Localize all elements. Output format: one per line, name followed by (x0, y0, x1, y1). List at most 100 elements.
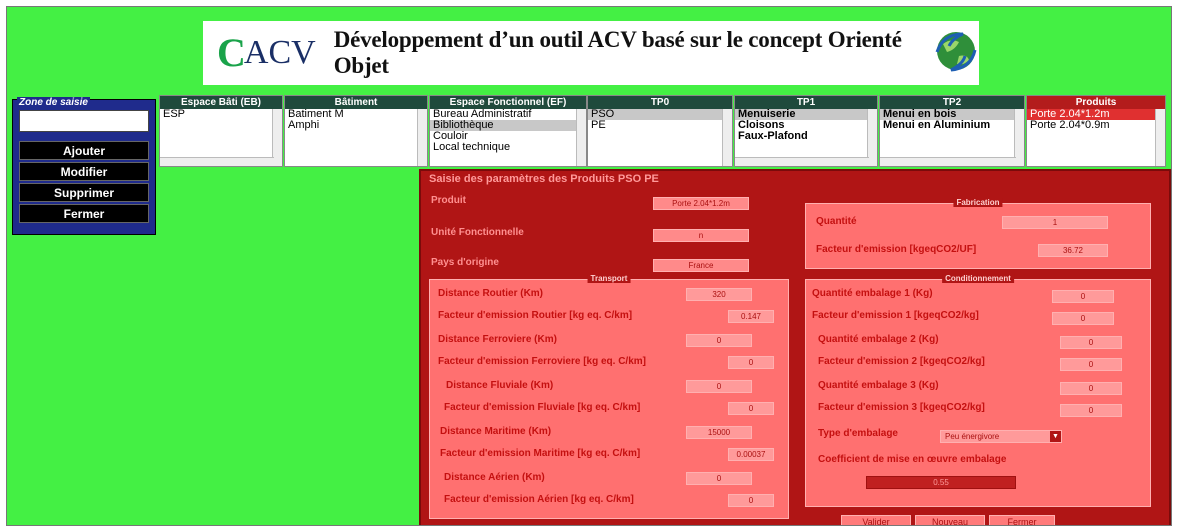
vertical-scrollbar[interactable] (722, 109, 732, 166)
horizontal-scrollbar[interactable] (735, 157, 869, 166)
selector-header: TP2 (880, 96, 1024, 109)
transport-label: Distance Ferroviere (Km) (438, 334, 557, 345)
selector-espace-bati: Espace Bâti (EB) ESP (159, 95, 283, 167)
conditionnement-field[interactable]: 0 (1052, 312, 1114, 325)
coefficient-label: Coefficient de mise en œuvre embalage (818, 454, 1007, 465)
selector-list[interactable]: Porte 2.04*1.2m Porte 2.04*0.9m (1027, 109, 1165, 166)
list-item-selected[interactable]: Menuiserie (735, 109, 877, 120)
transport-label: Facteur d'emission Ferroviere [kg eq. C/… (438, 356, 646, 367)
selector-batiment: Bâtiment Batiment M Amphi (284, 95, 428, 167)
conditionnement-label: Quantité embalage 3 (Kg) (818, 380, 939, 391)
conditionnement-field[interactable]: 0 (1060, 382, 1122, 395)
horizontal-scrollbar[interactable] (880, 157, 1016, 166)
transport-field[interactable]: 0 (686, 334, 752, 347)
logo-c: C (217, 30, 246, 75)
list-item-selected[interactable]: PSO (588, 109, 732, 120)
vertical-scrollbar[interactable] (1155, 109, 1165, 166)
conditionnement-title: Conditionnement (942, 274, 1014, 283)
application-window: C ACV Développement d’un outil ACV basé … (6, 6, 1172, 526)
valider-button[interactable]: Valider (841, 515, 911, 525)
transport-field[interactable]: 320 (686, 288, 752, 301)
produit-label: Produit (431, 195, 466, 206)
list-item[interactable]: Faux-Plafond (735, 131, 877, 142)
fermer-button[interactable]: Fermer (19, 204, 149, 223)
list-item-selected[interactable]: Menui en bois (880, 109, 1024, 120)
list-item-selected[interactable]: Bibliothèque (430, 120, 586, 131)
transport-title: Transport (587, 274, 631, 283)
nouveau-button[interactable]: Nouveau (915, 515, 985, 525)
fabrication-group: Fabrication Quantité 1 Facteur d'emissio… (805, 198, 1151, 269)
selector-tp2: TP2 Menui en bois Menui en Aluminium (879, 95, 1025, 167)
chevron-down-icon[interactable]: ▼ (1050, 431, 1061, 442)
conditionnement-group: Conditionnement Quantité embalage 1 (Kg)… (805, 274, 1151, 507)
header-banner: C ACV Développement d’un outil ACV basé … (203, 21, 979, 85)
zone-input[interactable] (19, 110, 149, 132)
transport-field[interactable]: 0 (728, 356, 774, 369)
conditionnement-field[interactable]: 0 (1060, 404, 1122, 417)
facteur-fabrication-label: Facteur d'emission [kgeqCO2/UF] (816, 244, 977, 255)
pays-label: Pays d'origine (431, 257, 499, 268)
vertical-scrollbar[interactable] (417, 109, 427, 166)
list-item[interactable]: PE (588, 120, 732, 131)
list-item[interactable]: ESP (160, 109, 282, 120)
conditionnement-field[interactable]: 0 (1060, 358, 1122, 371)
globe-icon (933, 28, 979, 79)
modifier-button[interactable]: Modifier (19, 162, 149, 181)
transport-field[interactable]: 0 (686, 380, 752, 393)
supprimer-button[interactable]: Supprimer (19, 183, 149, 202)
coefficient-field[interactable]: 0.55 (866, 476, 1016, 489)
transport-label: Facteur d'emission Maritime [kg eq. C/km… (440, 448, 641, 459)
list-item[interactable]: Couloir (430, 131, 586, 142)
transport-field[interactable]: 0.00037 (728, 448, 774, 461)
selector-produits: Produits Porte 2.04*1.2m Porte 2.04*0.9m (1026, 95, 1166, 167)
selector-list[interactable]: Batiment M Amphi (285, 109, 427, 166)
list-item-selected[interactable]: Porte 2.04*1.2m (1027, 109, 1165, 120)
logo-text: ACV (243, 34, 316, 71)
selector-tp0: TP0 PSO PE (587, 95, 733, 167)
type-embalage-value: Peu énergivore (945, 432, 1000, 441)
selector-espace-fonctionnel: Espace Fonctionnel (EF) Bureau Administr… (429, 95, 587, 167)
list-item[interactable]: Batiment M (285, 109, 427, 120)
transport-field[interactable]: 0 (728, 402, 774, 415)
horizontal-scrollbar[interactable] (160, 157, 274, 166)
quantite-field[interactable]: 1 (1002, 216, 1108, 229)
transport-label: Facteur d'emission Aérien [kg eq. C/km] (444, 494, 634, 505)
selector-list[interactable]: PSO PE (588, 109, 732, 166)
list-item[interactable]: Bureau Administratif (430, 109, 586, 120)
list-item[interactable]: Porte 2.04*0.9m (1027, 120, 1165, 131)
uf-field[interactable]: n (653, 229, 749, 242)
transport-field[interactable]: 0 (728, 494, 774, 507)
selector-header: Bâtiment (285, 96, 427, 109)
quantite-label: Quantité (816, 216, 857, 227)
transport-field[interactable]: 0 (686, 472, 752, 485)
transport-field[interactable]: 15000 (686, 426, 752, 439)
selector-header: Produits (1027, 96, 1165, 109)
list-item[interactable]: Amphi (285, 120, 427, 131)
fermer-form-button[interactable]: Fermer (989, 515, 1055, 525)
list-item[interactable]: Cloisons (735, 120, 877, 131)
conditionnement-field[interactable]: 0 (1060, 336, 1122, 349)
type-embalage-label: Type d'embalage (818, 428, 898, 439)
pays-field[interactable]: France (653, 259, 749, 272)
selector-list[interactable]: Bureau Administratif Bibliothèque Couloi… (430, 109, 586, 166)
facteur-fabrication-field[interactable]: 36.72 (1038, 244, 1108, 257)
selector-list[interactable]: Menuiserie Cloisons Faux-Plafond (735, 109, 877, 166)
produit-field[interactable]: Porte 2.04*1.2m (653, 197, 749, 210)
form-title: Saisie des paramètres des Produits PSO P… (429, 173, 659, 185)
selector-list[interactable]: Menui en bois Menui en Aluminium (880, 109, 1024, 166)
selector-header: TP0 (588, 96, 732, 109)
selector-list[interactable]: ESP (160, 109, 282, 166)
type-embalage-select[interactable]: Peu énergivore ▼ (940, 430, 1062, 443)
transport-label: Facteur d'emission Fluviale [kg eq. C/km… (444, 402, 641, 413)
zone-title: Zone de saisie (17, 97, 90, 108)
ajouter-button[interactable]: Ajouter (19, 141, 149, 160)
conditionnement-field[interactable]: 0 (1052, 290, 1114, 303)
transport-label: Distance Maritime (Km) (440, 426, 552, 437)
transport-field[interactable]: 0.147 (728, 310, 774, 323)
transport-label: Distance Aérien (Km) (444, 472, 545, 483)
zone-de-saisie-panel: Zone de saisie Ajouter Modifier Supprime… (12, 97, 156, 235)
vertical-scrollbar[interactable] (576, 109, 586, 166)
transport-label: Distance Routier (Km) (438, 288, 544, 299)
list-item[interactable]: Local technique (430, 142, 586, 153)
list-item[interactable]: Menui en Aluminium (880, 120, 1024, 131)
